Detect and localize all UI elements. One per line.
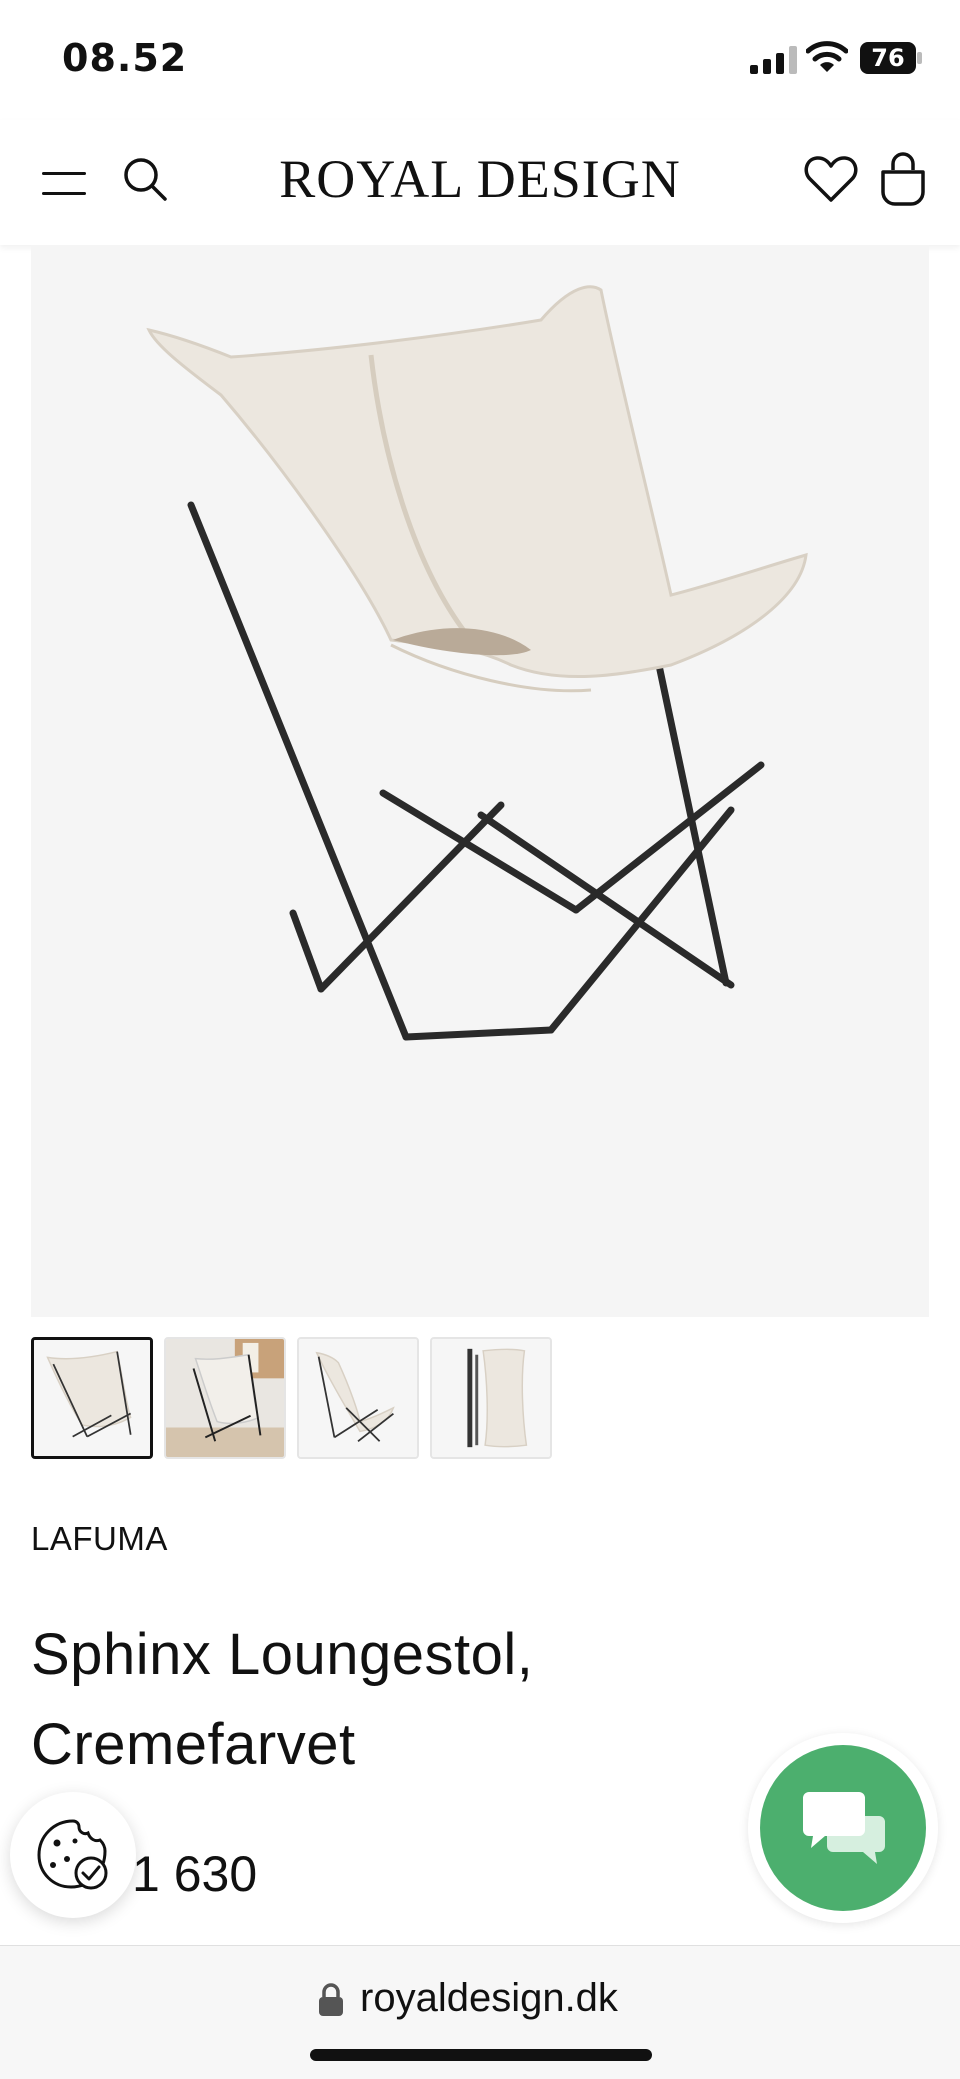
heart-icon[interactable] [804,154,858,204]
wifi-icon [806,41,848,72]
thumbnail-1[interactable] [31,1337,153,1459]
product-main-image[interactable] [31,245,929,1317]
battery-icon: 76 [860,42,922,74]
home-indicator[interactable] [310,2049,652,2061]
cookie-settings-button[interactable] [10,1792,136,1918]
thumbnail-3[interactable] [297,1337,419,1459]
battery-level: 76 [871,44,905,72]
thumbnail-2[interactable] [164,1337,286,1459]
page: 08.52 76 ROYAL DESIGN LAFUMA Sphinx Loun… [0,0,960,2079]
thumbnail-4[interactable] [430,1337,552,1459]
product-title: Sphinx Loungestol, Cremefarvet [31,1622,534,1777]
site-header: ROYAL DESIGN [0,120,960,245]
shopping-bag-icon[interactable] [878,150,928,206]
browser-url-bar: royaldesign.dk [0,1945,960,2079]
search-icon[interactable] [122,156,168,202]
thumbnail-gallery [31,1337,631,1461]
status-time: 08.52 [62,36,188,80]
menu-icon[interactable] [42,168,86,196]
cookie-settings-icon [37,1819,108,1890]
product-price: 1 630 [132,1846,258,1902]
chat-button-container [748,1733,938,1923]
lock-icon [319,1983,343,2016]
chair-image [31,245,929,1317]
brand-logo[interactable]: ROYAL DESIGN [200,148,760,210]
status-bar: 08.52 76 [0,0,960,120]
url-text[interactable]: royaldesign.dk [360,1976,618,2021]
chat-bubbles-icon [803,1792,885,1864]
product-brand-link[interactable]: LAFUMA [31,1520,168,1558]
chat-button[interactable] [760,1745,926,1911]
cellular-signal-icon [750,46,797,74]
